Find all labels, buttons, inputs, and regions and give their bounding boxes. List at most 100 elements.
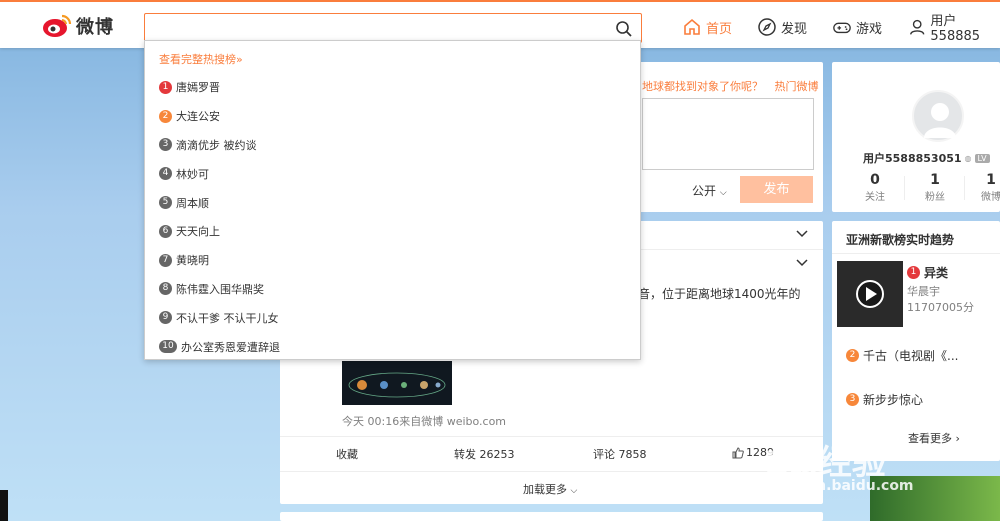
member-icon: ◍ [964,153,972,163]
search-icon[interactable] [615,20,633,38]
stat-posts[interactable]: 1 微博 [980,172,1000,203]
composer-textarea[interactable] [642,98,814,170]
song-title: 异类 [924,266,949,280]
view-more-link[interactable]: 查看更多 › [908,430,960,446]
rank-badge: 9 [159,311,172,325]
divider [964,176,965,200]
hot-search-item[interactable]: 4 林妙可 [145,159,640,188]
song-title: 千古（电视剧《... [863,349,959,363]
chevron-down-icon[interactable] [796,230,808,238]
hot-search-item[interactable]: 8 陈伟霆入围华鼎奖 [145,275,640,304]
rank-badge: 5 [159,196,172,210]
profile-name[interactable]: 用户5588853051 [863,150,962,166]
compass-icon [758,18,776,36]
post-text: 音，位于距离地球1400光年的 [638,287,801,301]
rank-badge: 3 [159,138,172,152]
fans-count: 1 [930,172,940,188]
hot-search-item[interactable]: 3 滴滴优步 被约谈 [145,131,640,160]
hot-search-text: 滴滴优步 被约谈 [176,138,257,152]
composer-prompt[interactable]: 地球都找到对象了你呢？ [642,80,763,93]
home-icon [684,18,700,35]
song-artist[interactable]: 华晨宇 [907,283,940,299]
profile-name-row: 用户5588853051 ◍ LV [863,150,990,166]
hot-search-text: 黄晓明 [176,254,209,268]
hot-search-item[interactable]: 9 不认干爹 不认干儿女 [145,303,640,332]
nav-games[interactable]: 游戏 [832,14,882,40]
publish-button[interactable]: 发布 [740,176,813,203]
nav-home[interactable]: 首页 [682,14,732,40]
nav-discover-label: 发现 [781,21,808,37]
hot-search-text: 唐嫣罗晋 [176,81,220,95]
load-more-button[interactable]: 加载更多 ⌵ [523,481,577,497]
hot-search-item[interactable]: 1 唐嫣罗晋 [145,73,640,102]
hot-search-text: 林妙可 [176,167,209,181]
music-chart-panel: 亚洲新歌榜实时趋势 1 异类 华晨宇 11707005分 2 千古（电视剧《..… [832,221,1000,461]
search-input[interactable] [145,14,605,42]
rank-badge: 6 [159,224,172,238]
rank-badge: 8 [159,282,172,296]
weibo-eye-icon [43,14,72,37]
gamepad-icon [833,22,851,34]
hot-search-item[interactable]: 2 大连公安 [145,102,640,131]
planet-image [348,372,446,398]
song-3[interactable]: 3 新步步惊心 [846,391,923,408]
play-icon [856,280,884,308]
rank-badge: 1 [907,266,920,279]
rank-badge: 2 [159,109,172,123]
stat-following[interactable]: 0 关注 [864,172,886,203]
hot-search-item[interactable]: 10 办公室秀恩爱遭辞退 [145,332,640,361]
post-meta: 今天 00:16来自微博 weibo.com [342,415,507,428]
visibility-select[interactable]: 公开 ⌵ [692,182,727,199]
rank-badge: 2 [846,349,859,362]
hot-search-item[interactable]: 6 天天向上 [145,217,640,246]
hot-search-item[interactable]: 5 周本顺 [145,188,640,217]
nav-games-label: 游戏 [856,21,883,37]
default-avatar-icon [924,103,956,138]
collect-button[interactable]: 收藏 [336,446,358,462]
hot-search-item[interactable]: 7 黄晓明 [145,246,640,275]
rank-badge: 4 [159,167,172,181]
composer-header: 地球都找到对象了你呢？ 热门微博 [642,78,819,94]
divider [904,176,905,200]
chevron-down-icon: ⌵ [570,486,578,496]
search-bar [144,13,642,43]
nav-user[interactable]: 用户558885 [908,14,1000,44]
user-icon [910,19,925,35]
full-hot-search-link[interactable]: 查看完整热搜榜» [145,41,640,73]
hot-search-text: 天天向上 [176,225,220,239]
song-2[interactable]: 2 千古（电视剧《... [846,347,958,364]
baidu-watermark: Bai经验 [765,444,886,482]
hot-search-text: 陈伟霆入围华鼎奖 [176,282,264,296]
post-image[interactable] [342,361,452,405]
brand-name: 微博 [76,17,114,38]
weibo-logo[interactable]: 微博 [42,10,114,42]
song-title: 新步步惊心 [863,393,924,407]
chevron-down-icon[interactable] [796,259,808,267]
level-badge: LV [974,153,990,163]
repost-button[interactable]: 转发 26253 [454,446,515,462]
music-chart-title[interactable]: 亚洲新歌榜实时趋势 [846,231,954,248]
thumbs-up-icon [732,446,744,458]
nav-discover[interactable]: 发现 [757,14,807,40]
profile-panel: 用户5588853051 ◍ LV 0 关注 1 粉丝 1 微博 [832,62,1000,212]
fans-label: 粉丝 [925,192,945,203]
rank-badge: 7 [159,253,172,267]
left-edge-widget [0,490,8,521]
divider [832,253,1000,254]
hot-search-text: 不认干爹 不认干儿女 [176,311,279,325]
comment-button[interactable]: 评论 7858 [593,446,647,462]
avatar[interactable] [912,90,964,142]
song-score: 11707005分 [907,301,974,314]
hot-search-text: 大连公安 [176,110,220,124]
rank-badge: 1 [159,80,172,94]
album-cover[interactable] [837,261,903,327]
hot-search-text: 周本顺 [176,196,209,210]
rank-badge: 3 [846,393,859,406]
baidu-watermark-url: jingyan.baidu.com [768,478,914,494]
stat-fans[interactable]: 1 粉丝 [924,172,946,203]
following-label: 关注 [865,192,885,203]
posts-count: 1 [986,172,996,188]
song-1[interactable]: 1 异类 [907,264,948,281]
hot-weibo-link[interactable]: 热门微博 [775,80,819,93]
posts-label: 微博 [981,192,1000,203]
